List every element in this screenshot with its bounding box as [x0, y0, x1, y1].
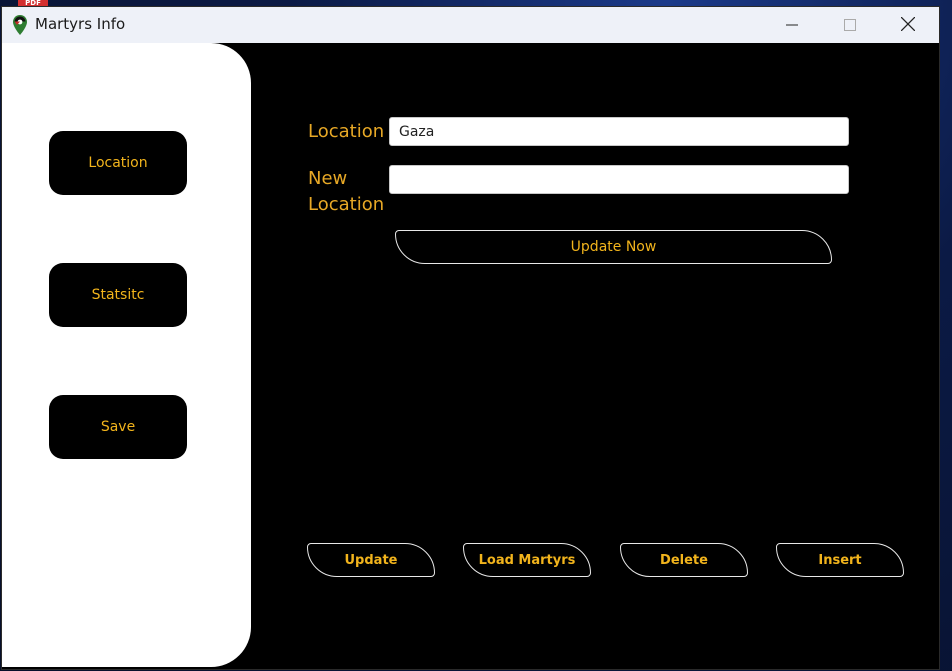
sidebar-item-save[interactable]: Save [49, 395, 187, 459]
window-title: Martyrs Info [35, 15, 126, 33]
delete-button[interactable]: Delete [620, 543, 748, 577]
title-bar[interactable]: Martyrs Info [2, 7, 939, 43]
close-button[interactable] [880, 7, 936, 43]
client-area: Location Statsitc Save Location New Loca… [2, 43, 939, 669]
minimize-icon [786, 16, 798, 35]
update-now-button[interactable]: Update Now [395, 230, 832, 264]
app-window: Martyrs Info Location Statsitc Save Loca… [2, 7, 939, 669]
new-location-field[interactable] [389, 165, 849, 194]
new-location-label-line1: New [308, 168, 348, 189]
update-button[interactable]: Update [307, 543, 435, 577]
sidebar: Location Statsitc Save [2, 43, 251, 667]
maximize-button[interactable] [822, 7, 878, 43]
maximize-icon [844, 16, 856, 35]
load-martyrs-button[interactable]: Load Martyrs [463, 543, 591, 577]
insert-button[interactable]: Insert [776, 543, 904, 577]
pdf-badge: PDF [18, 0, 48, 7]
new-location-label-line2: Location [308, 194, 385, 215]
minimize-button[interactable] [764, 7, 820, 43]
sidebar-item-statistic[interactable]: Statsitc [49, 263, 187, 327]
map-pin-icon [13, 15, 27, 35]
close-icon [900, 16, 916, 35]
location-field[interactable] [389, 117, 849, 146]
sidebar-item-location[interactable]: Location [49, 131, 187, 195]
location-label: Location [308, 121, 385, 142]
